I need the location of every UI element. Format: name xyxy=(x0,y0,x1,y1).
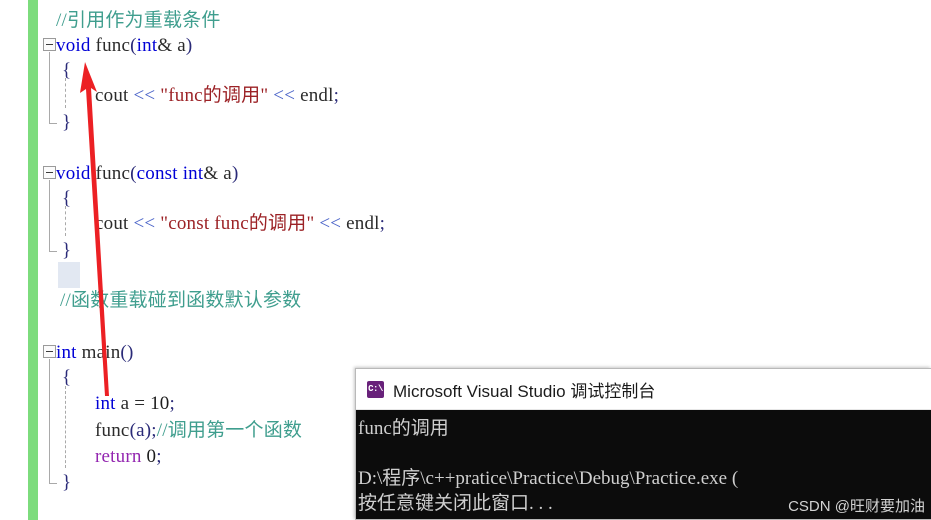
code-token: (a); xyxy=(129,420,157,441)
code-token: "func的调用" xyxy=(160,85,269,106)
code-token: endl xyxy=(341,213,380,234)
code-token: } xyxy=(62,472,72,493)
code-token: ; xyxy=(156,446,162,467)
fold-marker-func-const-int-ref[interactable] xyxy=(43,166,56,179)
code-token: func xyxy=(90,163,131,184)
console-app-icon: C:\ xyxy=(367,380,384,398)
code-line[interactable]: cout << "const func的调用" << endl; xyxy=(95,211,385,236)
code-line[interactable]: //函数重载碰到函数默认参数 xyxy=(60,288,301,313)
code-token: } xyxy=(62,112,72,133)
code-token: ) xyxy=(185,35,193,56)
code-token: a = xyxy=(115,393,151,414)
fold-guide-elbow xyxy=(49,476,57,484)
code-line[interactable]: { xyxy=(62,186,71,211)
code-token: //调用第一个函数 xyxy=(156,420,303,441)
code-token: 10 xyxy=(150,393,170,414)
code-token: << xyxy=(133,85,156,106)
code-token: ; xyxy=(169,393,175,414)
code-line[interactable]: } xyxy=(62,238,71,263)
code-line[interactable]: int main() xyxy=(56,340,133,365)
code-token: int xyxy=(136,35,158,56)
code-token: << xyxy=(133,213,156,234)
code-token: main xyxy=(76,342,121,363)
code-line[interactable]: { xyxy=(62,365,71,390)
code-token: ) xyxy=(231,163,239,184)
fold-guide-line xyxy=(49,52,50,124)
fold-marker-main[interactable] xyxy=(43,345,56,358)
console-window-title: Microsoft Visual Studio 调试控制台 xyxy=(393,381,656,401)
code-token: & a xyxy=(157,35,186,56)
indent-guide xyxy=(65,386,66,468)
console-output-area[interactable]: func的调用 D:\程序\c++pratice\Practice\Debug\… xyxy=(356,410,931,519)
code-token: 0 xyxy=(146,446,157,467)
code-token: << xyxy=(319,213,342,234)
code-token: & a xyxy=(203,163,232,184)
code-token: void xyxy=(56,163,91,184)
fold-guide-elbow xyxy=(49,244,57,252)
code-token: { xyxy=(62,60,72,81)
code-line[interactable]: { xyxy=(62,58,71,83)
code-token: //函数重载碰到函数默认参数 xyxy=(60,290,302,311)
code-token: func xyxy=(90,35,131,56)
change-tracking-strip xyxy=(28,0,38,520)
code-token: cout xyxy=(95,85,134,106)
csdn-watermark: CSDN @旺财要加油 xyxy=(788,498,925,515)
fold-marker-func-int-ref[interactable] xyxy=(43,38,56,51)
code-token: { xyxy=(62,188,72,209)
console-output-line: func的调用 xyxy=(358,418,449,439)
console-output-line: D:\程序\c++pratice\Practice\Debug\Practice… xyxy=(358,468,739,489)
code-token: ; xyxy=(333,85,340,106)
code-line[interactable]: int a = 10; xyxy=(95,391,175,416)
code-token: () xyxy=(120,342,134,363)
fold-guide-elbow xyxy=(49,116,57,124)
code-token: ; xyxy=(379,213,386,234)
code-token: int xyxy=(95,393,116,414)
code-token: << xyxy=(273,85,296,106)
code-token: int xyxy=(182,163,204,184)
console-title-bar[interactable]: C:\ Microsoft Visual Studio 调试控制台 xyxy=(356,369,931,410)
code-token: "const func的调用" xyxy=(160,213,315,234)
code-line[interactable]: } xyxy=(62,110,71,135)
code-token: return xyxy=(95,446,142,467)
selection-highlight xyxy=(58,262,80,288)
fold-guide-line xyxy=(49,180,50,252)
fold-guide-line xyxy=(49,359,50,484)
code-line[interactable]: func(a);//调用第一个函数 xyxy=(95,418,302,443)
debug-console-window[interactable]: C:\ Microsoft Visual Studio 调试控制台 func的调… xyxy=(355,368,931,520)
code-token: cout xyxy=(95,213,134,234)
code-token: func xyxy=(95,420,130,441)
code-line[interactable]: void func(const int& a) xyxy=(56,161,238,186)
code-line[interactable]: void func(int& a) xyxy=(56,33,192,58)
code-token: int xyxy=(56,342,77,363)
code-line[interactable]: cout << "func的调用" << endl; xyxy=(95,83,339,108)
code-token: endl xyxy=(295,85,334,106)
code-token: { xyxy=(62,367,72,388)
code-token: } xyxy=(62,240,72,261)
code-token: const xyxy=(136,163,178,184)
code-line[interactable]: } xyxy=(62,470,71,495)
code-line[interactable]: return 0; xyxy=(95,444,162,469)
code-line[interactable]: //引用作为重载条件 xyxy=(56,8,221,33)
code-token: void xyxy=(56,35,91,56)
code-token: //引用作为重载条件 xyxy=(56,10,221,31)
screenshot-root: //引用作为重载条件 void func(int& a){cout << "fun… xyxy=(0,0,931,520)
